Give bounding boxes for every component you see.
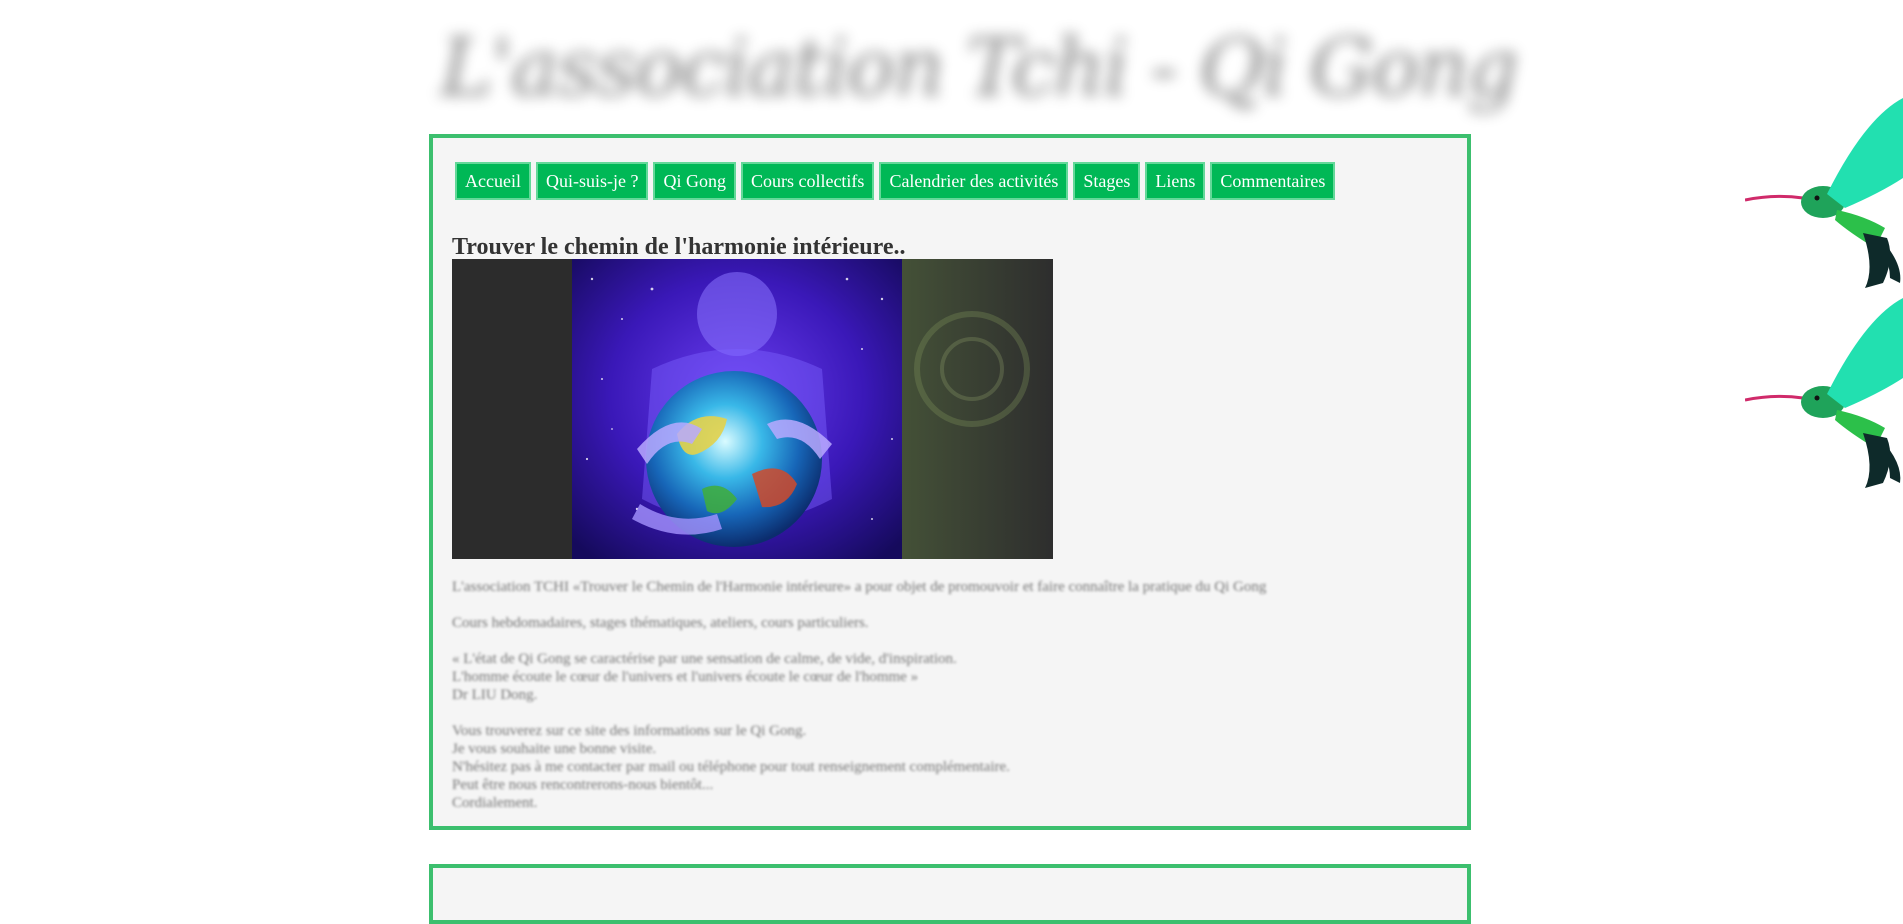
main-panel: Accueil Qui-suis-je ? Qi Gong Cours coll… [429,134,1471,830]
hero-image [452,259,1053,559]
site-logo[interactable]: L'association Tchi - Qi Gong [440,10,1518,126]
nav-item-accueil[interactable]: Accueil [455,162,531,200]
main-nav: Accueil Qui-suis-je ? Qi Gong Cours coll… [455,162,1336,200]
secondary-panel [429,864,1471,924]
nav-item-calendrier[interactable]: Calendrier des activités [879,162,1069,200]
nav-item-qi-gong[interactable]: Qi Gong [653,162,736,200]
nav-item-cours-collectifs[interactable]: Cours collectifs [740,162,875,200]
nav-item-qui-suis-je[interactable]: Qui-suis-je ? [535,162,649,200]
nav-item-liens[interactable]: Liens [1145,162,1206,200]
hero-slideshow[interactable] [452,259,1053,559]
hummingbird-icon [1745,98,1903,288]
nav-item-commentaires[interactable]: Commentaires [1210,162,1336,200]
nav-item-stages[interactable]: Stages [1073,162,1141,200]
quote-paragraph: « L'état de Qi Gong se caractérise par u… [452,651,957,703]
intro-paragraph-2: Cours hebdomadaires, stages thématiques,… [452,615,869,631]
page-title: Trouver le chemin de l'harmonie intérieu… [452,234,906,261]
hummingbird-icon [1745,298,1903,488]
intro-paragraph-1: L'association TCHI «Trouver le Chemin de… [452,579,1267,595]
intro-text: L'association TCHI «Trouver le Chemin de… [452,578,1452,830]
welcome-paragraph: Vous trouverez sur ce site des informati… [452,723,1010,811]
